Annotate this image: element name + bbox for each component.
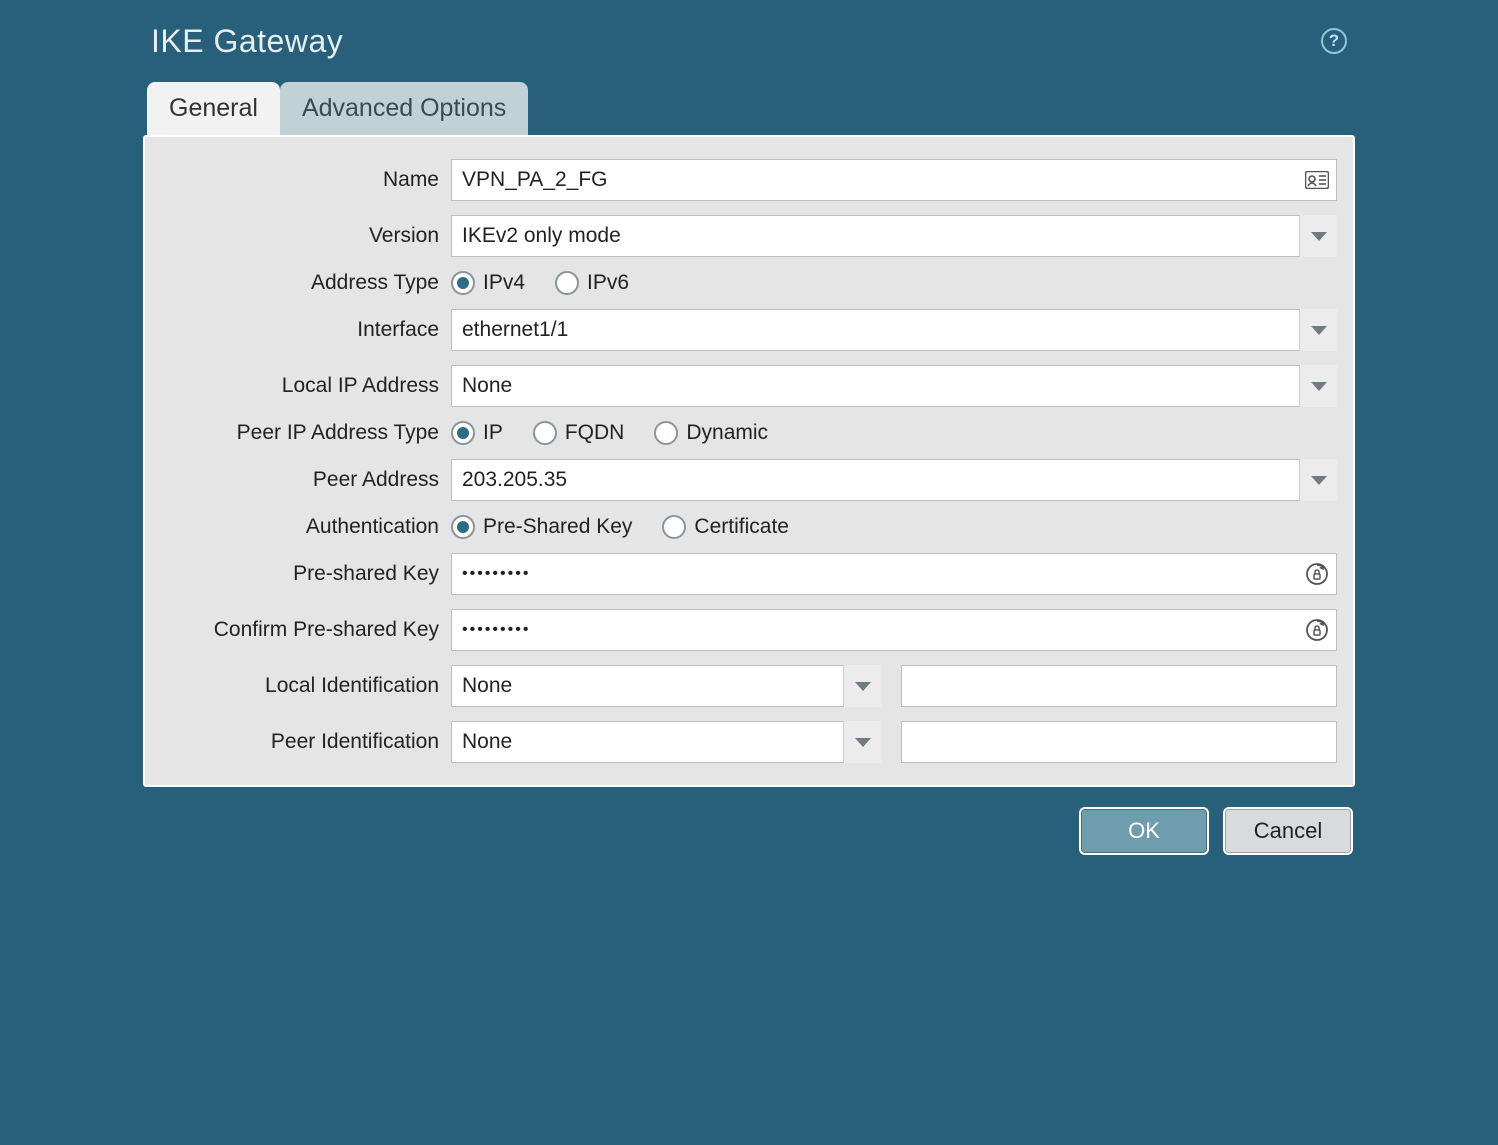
label-peer-ip-type: Peer IP Address Type <box>161 421 439 445</box>
label-peer-identification: Peer Identification <box>161 730 439 754</box>
chevron-down-icon[interactable] <box>1299 309 1337 351</box>
label-name: Name <box>161 168 439 192</box>
radio-psk[interactable]: Pre-Shared Key <box>451 515 632 539</box>
chevron-down-icon[interactable] <box>843 721 881 763</box>
label-peer-address: Peer Address <box>161 468 439 492</box>
ok-button[interactable]: OK <box>1079 807 1209 855</box>
radio-peer-fqdn[interactable]: FQDN <box>533 421 625 445</box>
id-card-icon <box>1305 171 1329 189</box>
ike-gateway-dialog: IKE Gateway ? General Advanced Options N… <box>129 0 1369 855</box>
name-input[interactable] <box>451 159 1337 201</box>
radio-peer-ip[interactable]: IP <box>451 421 503 445</box>
address-type-radio-group: IPv4 IPv6 <box>451 271 629 295</box>
peer-ip-type-radio-group: IP FQDN Dynamic <box>451 421 768 445</box>
chevron-down-icon[interactable] <box>1299 365 1337 407</box>
lock-refresh-icon[interactable] <box>1305 618 1329 642</box>
radio-ipv6-label: IPv6 <box>587 271 629 295</box>
dialog-footer: OK Cancel <box>129 787 1369 855</box>
dialog-header: IKE Gateway ? <box>129 0 1369 82</box>
local-identification-type-select[interactable] <box>451 665 881 707</box>
local-ip-select[interactable] <box>451 365 1337 407</box>
confirm-psk-input[interactable] <box>451 609 1337 651</box>
general-panel: Name Version Address Typ <box>143 135 1355 787</box>
radio-certificate[interactable]: Certificate <box>662 515 789 539</box>
label-local-ip: Local IP Address <box>161 374 439 398</box>
tab-bar: General Advanced Options <box>129 82 1369 135</box>
peer-identification-type-select[interactable] <box>451 721 881 763</box>
radio-peer-dynamic[interactable]: Dynamic <box>654 421 768 445</box>
radio-certificate-label: Certificate <box>694 515 789 539</box>
label-interface: Interface <box>161 318 439 342</box>
label-version: Version <box>161 224 439 248</box>
peer-identification-value-input[interactable] <box>901 721 1337 763</box>
label-authentication: Authentication <box>161 515 439 539</box>
radio-peer-dynamic-label: Dynamic <box>686 421 768 445</box>
label-local-identification: Local Identification <box>161 674 439 698</box>
radio-psk-label: Pre-Shared Key <box>483 515 632 539</box>
label-confirm-psk: Confirm Pre-shared Key <box>161 618 439 642</box>
local-identification-value-input[interactable] <box>901 665 1337 707</box>
chevron-down-icon[interactable] <box>1299 215 1337 257</box>
lock-refresh-icon[interactable] <box>1305 562 1329 586</box>
radio-ipv4-label: IPv4 <box>483 271 525 295</box>
radio-ipv4[interactable]: IPv4 <box>451 271 525 295</box>
interface-select[interactable] <box>451 309 1337 351</box>
chevron-down-icon[interactable] <box>1299 459 1337 501</box>
psk-input[interactable] <box>451 553 1337 595</box>
chevron-down-icon[interactable] <box>843 665 881 707</box>
peer-address-input[interactable] <box>451 459 1337 501</box>
label-address-type: Address Type <box>161 271 439 295</box>
label-psk: Pre-shared Key <box>161 562 439 586</box>
help-icon[interactable]: ? <box>1321 28 1347 54</box>
tab-advanced-options[interactable]: Advanced Options <box>280 82 528 135</box>
version-select[interactable] <box>451 215 1337 257</box>
tab-general[interactable]: General <box>147 82 280 135</box>
cancel-button[interactable]: Cancel <box>1223 807 1353 855</box>
dialog-title: IKE Gateway <box>151 23 343 60</box>
authentication-radio-group: Pre-Shared Key Certificate <box>451 515 789 539</box>
radio-peer-fqdn-label: FQDN <box>565 421 625 445</box>
radio-peer-ip-label: IP <box>483 421 503 445</box>
radio-ipv6[interactable]: IPv6 <box>555 271 629 295</box>
